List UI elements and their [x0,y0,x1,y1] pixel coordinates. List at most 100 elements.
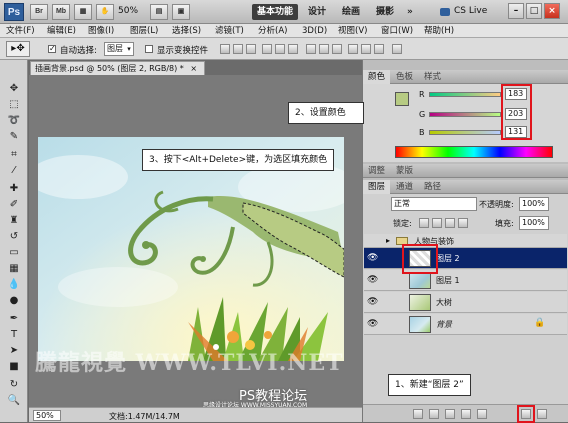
menu-edit[interactable]: 编辑(E) [47,24,76,38]
clone-stamp-tool-icon[interactable]: ♜ [6,214,22,228]
layer-style-icon[interactable] [429,409,439,419]
close-tab-icon[interactable]: × [190,64,197,73]
show-transform-checkbox[interactable] [145,45,153,53]
zoom-level[interactable]: 50% [118,6,138,16]
hand-tool-icon[interactable]: ✋ [96,4,114,20]
fill-field[interactable]: 100% [519,216,549,230]
healing-brush-tool-icon[interactable]: ✚ [6,182,22,196]
brush-tool-icon[interactable]: ✐ [6,198,22,212]
workspace-essentials[interactable]: 基本功能 [252,4,299,20]
menu-help[interactable]: 帮助(H) [424,24,454,38]
workspace-photography[interactable]: 摄影 [371,4,399,20]
eye-icon[interactable]: 👁 [367,253,379,263]
adjustment-layer-icon[interactable] [461,409,471,419]
minibridge-button[interactable]: Mb [52,4,70,20]
tab-channels[interactable]: 通道 [391,180,418,194]
eye-icon[interactable]: 👁 [367,319,379,329]
auto-align-icon[interactable] [392,44,402,54]
link-layers-icon[interactable] [413,409,423,419]
cslive-label[interactable]: CS Live [454,6,487,16]
document-tab[interactable]: 插画背景.psd @ 50% (图层 2, RGB/8) * × [30,61,205,75]
grid-view-icon[interactable]: ▦ [74,4,92,20]
trash-icon[interactable] [537,409,547,419]
status-zoom-field[interactable]: 50% [33,410,61,421]
lock-all-icon[interactable] [458,218,468,228]
menu-view[interactable]: 视图(V) [338,24,367,38]
quick-select-tool-icon[interactable]: ✎ [6,130,22,144]
move-tool-preset-icon[interactable]: ▸✥ [6,41,30,57]
distribute-left-icon[interactable] [348,44,358,54]
pen-tool-icon[interactable]: ✒ [6,312,22,326]
menu-image[interactable]: 图像(I) [88,24,114,38]
crop-tool-icon[interactable]: ⌗ [6,148,22,162]
zoom-tool-icon[interactable]: 🔍 [6,394,22,408]
menu-filter[interactable]: 滤镜(T) [215,24,244,38]
align-right-icon[interactable] [288,44,298,54]
channel-g-slider[interactable] [429,112,501,117]
workspace-design[interactable]: 设计 [303,4,331,20]
tab-masks[interactable]: 蒙版 [391,164,418,178]
menu-analysis[interactable]: 分析(A) [258,24,287,38]
channel-b-slider[interactable] [429,130,501,135]
eyedropper-tool-icon[interactable]: ⁄ [6,164,22,178]
tab-swatches[interactable]: 色板 [391,70,418,84]
eraser-tool-icon[interactable]: ▭ [6,246,22,260]
new-group-icon[interactable] [477,409,487,419]
expand-arrow-icon[interactable]: ▸ [386,236,390,245]
workspace-painting[interactable]: 绘画 [337,4,365,20]
color-spectrum-bar[interactable] [395,146,553,158]
layer-row[interactable]: 👁 大树 [364,292,567,313]
foreground-color-swatch[interactable] [395,92,409,106]
dodge-tool-icon[interactable]: ● [6,294,22,308]
channel-r-slider[interactable] [429,92,501,97]
distribute-right-icon[interactable] [374,44,384,54]
close-button[interactable]: × [544,3,560,19]
align-hcenter-icon[interactable] [275,44,285,54]
tab-styles[interactable]: 样式 [419,70,446,84]
maximize-button[interactable]: □ [526,3,542,19]
canvas-area[interactable]: 騰龍視覺 WWW.TLVI.NET PS教程论坛 思缘设计论坛 WWW.MISS… [29,75,362,409]
lock-position-icon[interactable] [445,218,455,228]
lasso-tool-icon[interactable]: ➰ [6,114,22,128]
align-bottom-icon[interactable] [246,44,256,54]
menu-layer[interactable]: 图层(L) [130,24,158,38]
layer-row[interactable]: 👁 背景 🔒 [364,314,567,335]
layer-group-row[interactable]: ▸ 人物与装饰 [364,234,567,248]
tab-adjustments[interactable]: 调整 [363,164,390,178]
layer-row[interactable]: 👁 图层 1 [364,270,567,291]
opacity-field[interactable]: 100% [519,197,549,211]
arrange-icon[interactable]: ▤ [150,4,168,20]
menu-select[interactable]: 选择(S) [172,24,201,38]
distribute-top-icon[interactable] [306,44,316,54]
menu-file[interactable]: 文件(F) [6,24,35,38]
distribute-hcenter-icon[interactable] [361,44,371,54]
align-vcenter-icon[interactable] [233,44,243,54]
path-select-tool-icon[interactable]: ➤ [6,344,22,358]
tab-layers[interactable]: 图层 [363,180,391,194]
eye-icon[interactable]: 👁 [367,275,379,285]
lock-transparent-icon[interactable] [419,218,429,228]
lock-pixels-icon[interactable] [432,218,442,228]
eye-icon[interactable]: 👁 [367,297,379,307]
align-left-icon[interactable] [262,44,272,54]
more-workspaces[interactable]: » [402,4,418,20]
type-tool-icon[interactable]: T [6,328,22,342]
move-tool-icon[interactable]: ✥ [6,82,22,96]
tab-paths[interactable]: 路径 [419,180,446,194]
menu-window[interactable]: 窗口(W) [381,24,413,38]
distribute-vcenter-icon[interactable] [319,44,329,54]
3d-rotate-tool-icon[interactable]: ↻ [6,378,22,392]
blend-mode-dropdown[interactable]: 正常 [391,197,477,211]
tab-color[interactable]: 颜色 [363,70,391,84]
layer-row-selected[interactable]: 👁 图层 2 [364,248,567,269]
minimize-button[interactable]: – [508,3,524,19]
gradient-tool-icon[interactable]: ▦ [6,262,22,276]
distribute-bottom-icon[interactable] [332,44,342,54]
layer-mask-icon[interactable] [445,409,455,419]
auto-select-checkbox[interactable]: ✓ [48,45,56,53]
menu-3d[interactable]: 3D(D) [302,24,327,38]
screen-mode-icon[interactable]: ▣ [172,4,190,20]
bridge-button[interactable]: Br [30,4,48,20]
chevron-down-icon[interactable]: ▾ [124,42,134,56]
history-brush-tool-icon[interactable]: ↺ [6,230,22,244]
